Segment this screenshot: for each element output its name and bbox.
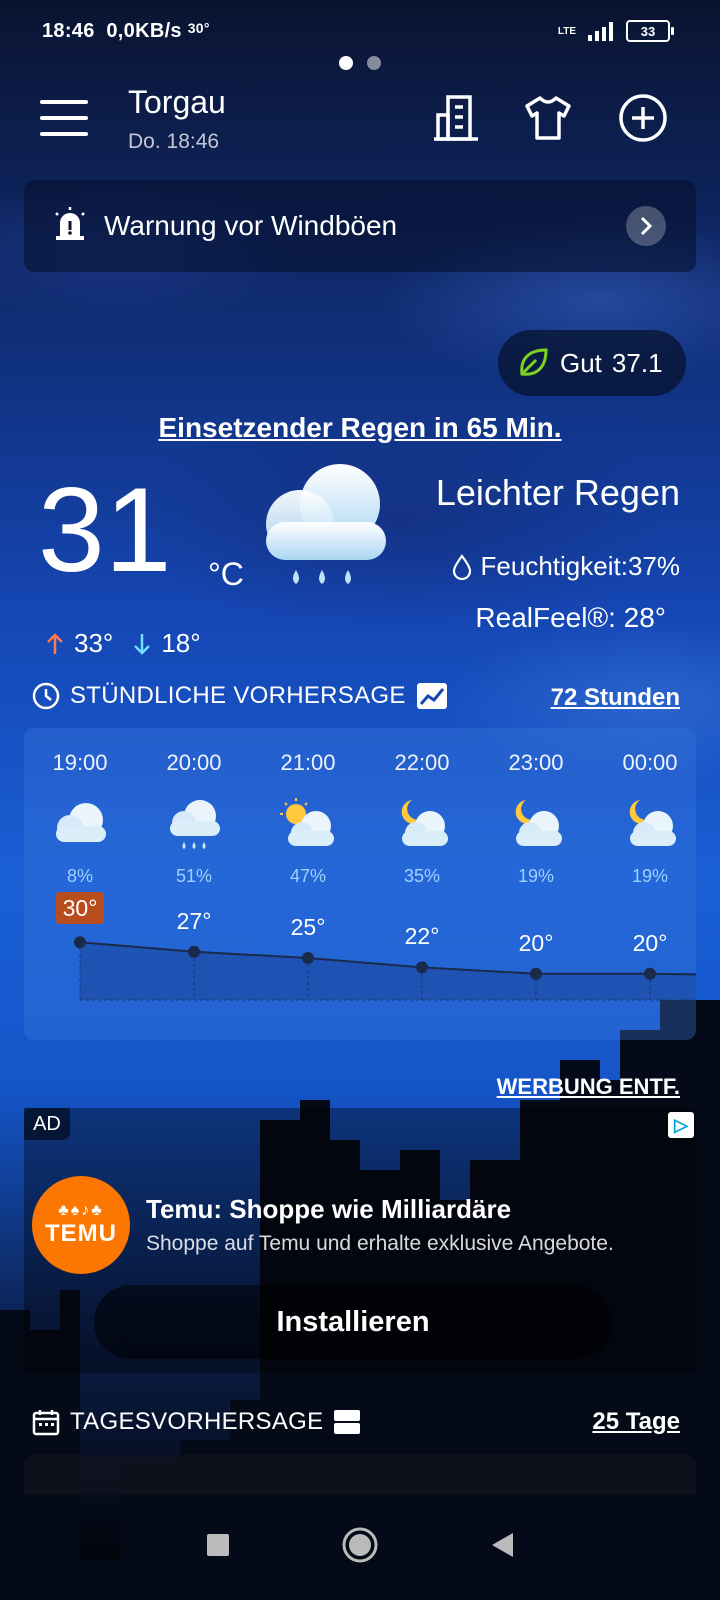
network-label: LTE <box>557 25 576 37</box>
hourly-temp: 20° <box>518 929 554 956</box>
humidity-value: Feuchtigkeit:37% <box>480 551 680 581</box>
list-view-icon[interactable] <box>333 1408 361 1436</box>
status-temp: 30° <box>187 20 210 36</box>
hourly-item[interactable]: 23:00 19% 20° <box>486 728 586 1040</box>
hourly-precip: 19% <box>517 866 555 886</box>
rain-icon <box>164 796 224 856</box>
partly-sunny-icon <box>278 796 338 856</box>
hourly-item[interactable]: 19:00 8% 30° <box>30 728 130 1040</box>
hourly-precip: 51% <box>175 866 213 886</box>
city-name[interactable]: Torgau <box>128 84 226 121</box>
hourly-temp: 30° <box>56 892 104 925</box>
hourly-time: 19:00 <box>52 750 108 775</box>
hourly-temp: 25° <box>290 914 326 940</box>
daily-25-days-link[interactable]: 25 Tage <box>592 1408 680 1436</box>
page-indicator <box>339 56 381 70</box>
adchoices-icon[interactable]: ▷ <box>668 1112 694 1138</box>
status-time: 18:46 <box>42 20 95 42</box>
signal-icon <box>588 22 613 41</box>
humidity-row: Feuchtigkeit:37% <box>451 551 680 582</box>
remove-ads-link[interactable]: WERBUNG ENTF. <box>497 1074 680 1100</box>
hourly-time: 23:00 <box>508 750 564 775</box>
temu-logo-text: TEMU <box>45 1220 117 1247</box>
hourly-time: 00:00 <box>622 750 678 775</box>
realfeel-value: RealFeel®: 28° <box>475 602 666 633</box>
building-icon[interactable] <box>428 90 484 146</box>
status-bar-right: LTE 33 <box>557 20 674 42</box>
page-dot <box>367 56 381 70</box>
hourly-precip: 47% <box>289 866 327 886</box>
current-temperature: 31 <box>38 463 172 597</box>
aqi-label: Gut <box>560 347 602 378</box>
chevron-right-icon[interactable] <box>626 206 666 246</box>
cloud-icon <box>50 796 110 856</box>
hourly-item[interactable]: 00:00 19% 20° <box>600 728 696 1040</box>
ad-badge: AD <box>24 1108 70 1140</box>
high-low-row: 33° 18° <box>46 628 201 659</box>
hourly-precip: 35% <box>403 866 441 886</box>
back-icon[interactable] <box>489 1531 515 1559</box>
air-quality-badge[interactable]: Gut 37.1 <box>498 330 686 396</box>
hourly-temp: 20° <box>632 929 668 956</box>
leaf-icon <box>520 348 548 376</box>
hourly-title: STÜNDLICHE VORHERSAGE <box>70 682 406 709</box>
hourly-forecast-panel[interactable]: 19:00 8% 30° 20:00 51% 27° 21:00 47% 25° 22:00 35%… <box>24 728 696 1040</box>
low-temp: 18° <box>161 628 201 658</box>
clock-icon <box>32 682 60 710</box>
moon-cloud-icon <box>392 796 452 856</box>
ad-container[interactable]: AD ▷ ♣♠♪♣ TEMU Temu: Shoppe wie Milliard… <box>24 1108 696 1373</box>
temu-logo-icons: ♣♠♪♣ <box>58 1202 104 1219</box>
temu-logo[interactable]: ♣♠♪♣ TEMU <box>32 1176 130 1274</box>
page-dot-active <box>339 56 353 70</box>
hourly-72h-link[interactable]: 72 Stunden <box>551 684 680 712</box>
menu-icon[interactable] <box>40 100 88 136</box>
arrow-down-icon <box>134 633 151 655</box>
hourly-item[interactable]: 22:00 35% 22° <box>372 728 472 1040</box>
add-location-icon[interactable] <box>615 90 671 146</box>
hourly-temp: 22° <box>404 923 440 950</box>
rain-cloud-icon <box>252 462 392 607</box>
home-icon[interactable] <box>341 1526 379 1564</box>
daily-forecast-panel[interactable] <box>24 1455 696 1495</box>
weather-condition: Leichter Regen <box>435 472 680 513</box>
weather-warning-banner[interactable]: Warnung vor Windböen <box>24 180 696 272</box>
hourly-forecast-header: STÜNDLICHE VORHERSAGE <box>32 682 448 710</box>
recent-apps-icon[interactable] <box>205 1532 231 1558</box>
ad-title[interactable]: Temu: Shoppe wie Milliardäre <box>146 1194 511 1225</box>
temperature-unit: °C <box>208 556 244 592</box>
humidity-drop-icon <box>452 553 471 580</box>
hourly-time: 20:00 <box>166 750 222 775</box>
hourly-item[interactable]: 21:00 47% 25° <box>258 728 358 1040</box>
status-bar-left: 18:46 0,0KB/s 30° <box>42 20 210 43</box>
clothing-icon[interactable] <box>520 90 576 146</box>
alarm-icon <box>52 206 88 246</box>
daily-title: TAGESVORHERSAGE <box>70 1408 324 1435</box>
moon-cloud-icon <box>506 796 566 856</box>
high-temp: 33° <box>74 628 114 658</box>
city-datetime: Do. 18:46 <box>128 130 220 153</box>
hourly-time: 21:00 <box>280 750 336 775</box>
status-speed: 0,0KB/s <box>106 20 182 42</box>
ad-subtitle: Shoppe auf Temu und erhalte exklusive An… <box>146 1232 614 1255</box>
moon-cloud-icon <box>620 796 680 856</box>
chart-icon[interactable] <box>416 682 448 710</box>
battery-level: 33 <box>640 23 656 39</box>
aqi-value: 37.1 <box>611 347 663 378</box>
hourly-time: 22:00 <box>394 750 450 775</box>
rain-notice-link[interactable]: Einsetzender Regen in 65 Min. <box>0 412 720 444</box>
daily-forecast-header: TAGESVORHERSAGE <box>32 1408 361 1436</box>
android-nav-bar <box>0 1490 720 1600</box>
arrow-up-icon <box>47 632 63 654</box>
battery-icon: 33 <box>626 20 674 42</box>
hourly-item[interactable]: 20:00 51% 27° <box>144 728 244 1040</box>
warning-text: Warnung vor Windböen <box>104 210 398 241</box>
hourly-precip: 8% <box>66 866 93 886</box>
install-button[interactable]: Installieren <box>94 1285 612 1359</box>
calendar-icon <box>32 1410 60 1436</box>
hourly-temp: 27° <box>176 907 212 934</box>
hourly-precip: 19% <box>631 866 669 886</box>
